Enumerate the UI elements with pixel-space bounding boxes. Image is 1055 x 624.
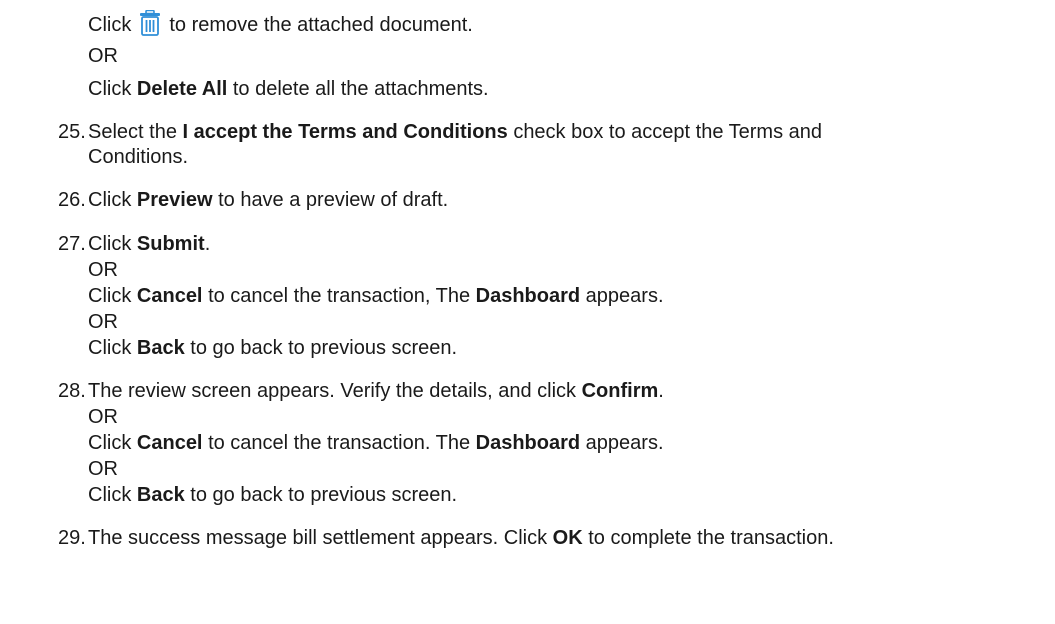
step-number: 26. <box>58 189 86 211</box>
step-28-back-line: Click Back to go back to previous screen… <box>88 484 458 506</box>
step-26-text: Click Preview to have a preview of draft… <box>88 189 449 211</box>
dashboard-label: Dashboard <box>475 432 581 454</box>
step-28-cancel-line: Click Cancel to cancel the transaction. … <box>88 432 664 454</box>
remove-attachment-line: Click to remove the attached document. <box>88 10 473 38</box>
step-number: 29. <box>58 527 86 549</box>
or-label: OR <box>88 45 118 67</box>
step-27-back-line: Click Back to go back to previous screen… <box>88 337 458 359</box>
preview-label: Preview <box>136 189 213 211</box>
or-label: OR <box>88 259 118 281</box>
ok-label: OK <box>552 527 583 549</box>
back-label: Back <box>136 337 185 359</box>
cancel-label: Cancel <box>136 285 203 307</box>
dashboard-label: Dashboard <box>475 285 581 307</box>
step-27-cancel-line: Click Cancel to cancel the transaction, … <box>88 285 664 307</box>
step-25-continuation: Conditions. <box>88 146 189 168</box>
step-28-text: The review screen appears. Verify the de… <box>88 380 664 402</box>
submit-label: Submit <box>136 233 205 255</box>
delete-all-label: Delete All <box>136 78 228 100</box>
step-number: 25. <box>58 121 86 143</box>
step-number: 28. <box>58 380 86 402</box>
cancel-label: Cancel <box>136 432 203 454</box>
back-label: Back <box>136 484 185 506</box>
or-label: OR <box>88 406 118 428</box>
confirm-label: Confirm <box>581 380 659 402</box>
step-number: 27. <box>58 233 86 255</box>
step-29-text: The success message bill settlement appe… <box>88 527 834 549</box>
terms-checkbox-label: I accept the Terms and Conditions <box>182 121 508 143</box>
remove-text: to remove the attached document. <box>169 14 473 36</box>
trash-icon <box>139 10 161 36</box>
click-word: Click <box>88 14 132 36</box>
step-25-text: Select the I accept the Terms and Condit… <box>88 121 823 143</box>
or-label: OR <box>88 458 118 480</box>
delete-all-line: Click Delete All to delete all the attac… <box>88 78 489 100</box>
step-27-text: Click Submit. <box>88 233 211 255</box>
or-label: OR <box>88 311 118 333</box>
